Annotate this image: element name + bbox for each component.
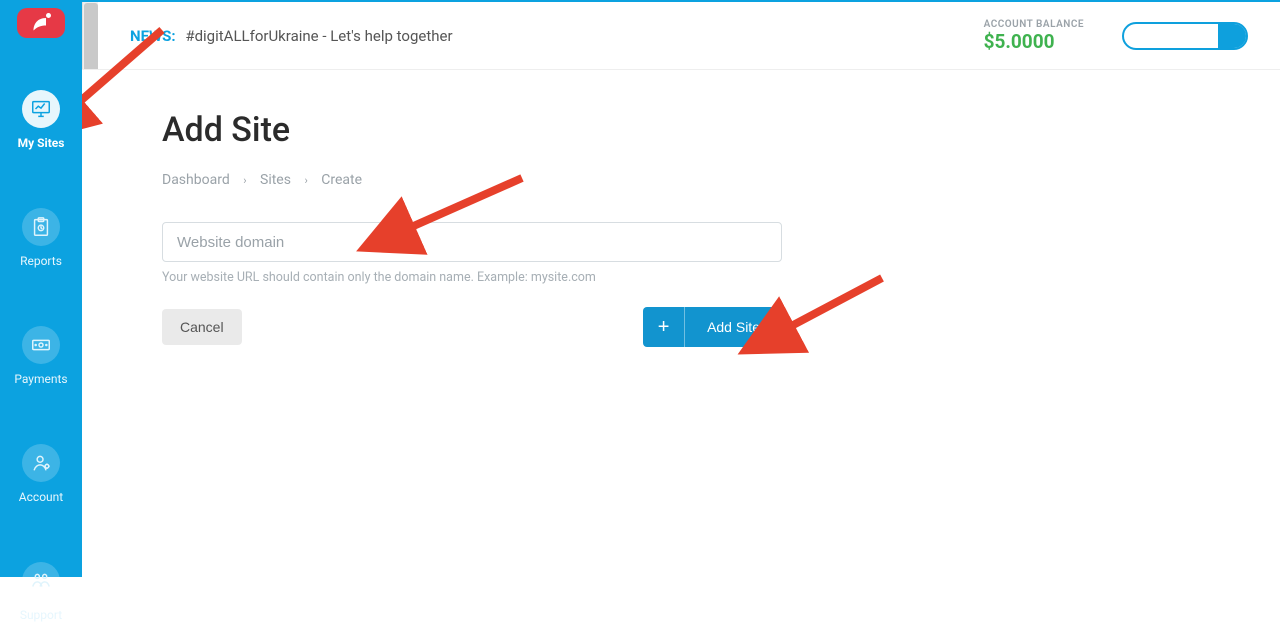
nav-label: Support — [20, 608, 62, 622]
news-text: #digitALLforUkraine - Let's help togethe… — [185, 27, 452, 45]
app-logo[interactable] — [17, 8, 65, 38]
user-gear-icon — [22, 444, 60, 482]
nav-label: Payments — [14, 372, 67, 386]
sidebar: My Sites Reports Payments Account Suppor… — [0, 0, 82, 577]
balance-value: $5.0000 — [984, 30, 1084, 53]
breadcrumb-sites[interactable]: Sites — [260, 172, 291, 188]
content: Add Site Dashboard › Sites › Create Your… — [82, 70, 1280, 577]
nav-label: Account — [19, 490, 63, 504]
add-site-button[interactable]: + Add Site — [643, 307, 782, 347]
sidebar-item-reports[interactable]: Reports — [0, 198, 82, 282]
sidebar-item-payments[interactable]: Payments — [0, 316, 82, 400]
account-balance: ACCOUNT BALANCE $5.0000 — [984, 19, 1084, 53]
topbar: NEWS: #digitALLforUkraine - Let's help t… — [82, 0, 1280, 70]
cash-icon — [22, 326, 60, 364]
breadcrumb: Dashboard › Sites › Create — [162, 172, 1280, 188]
domain-field-row: Your website URL should contain only the… — [162, 222, 782, 285]
main-area: NEWS: #digitALLforUkraine - Let's help t… — [82, 0, 1280, 577]
clipboard-icon — [22, 208, 60, 246]
balance-block: ACCOUNT BALANCE $5.0000 — [984, 19, 1248, 53]
sidebar-item-account[interactable]: Account — [0, 434, 82, 518]
chevron-right-icon: › — [304, 174, 307, 187]
button-row: Cancel + Add Site — [162, 307, 782, 347]
breadcrumb-create: Create — [321, 172, 362, 188]
website-domain-input[interactable] — [162, 222, 782, 262]
domain-hint: Your website URL should contain only the… — [162, 270, 782, 285]
nav-label: Reports — [20, 254, 62, 268]
nav-label: My Sites — [18, 136, 65, 150]
news-label: NEWS: — [130, 27, 176, 45]
add-site-label: Add Site — [685, 307, 782, 347]
balance-label: ACCOUNT BALANCE — [984, 19, 1084, 30]
chevron-right-icon: › — [243, 174, 246, 187]
plus-icon: + — [643, 307, 685, 347]
sidebar-item-support[interactable]: Support — [0, 552, 82, 636]
page-title: Add Site — [162, 110, 1280, 150]
annotation-arrow-icon — [762, 270, 902, 364]
sidebar-item-my-sites[interactable]: My Sites — [0, 80, 82, 164]
chart-board-icon — [22, 90, 60, 128]
header-toggle[interactable] — [1122, 22, 1248, 50]
news-ticker[interactable]: NEWS: #digitALLforUkraine - Let's help t… — [130, 27, 453, 45]
support-icon — [22, 562, 60, 600]
breadcrumb-dashboard[interactable]: Dashboard — [162, 172, 230, 188]
cancel-button[interactable]: Cancel — [162, 309, 242, 345]
logo-icon — [26, 8, 56, 38]
